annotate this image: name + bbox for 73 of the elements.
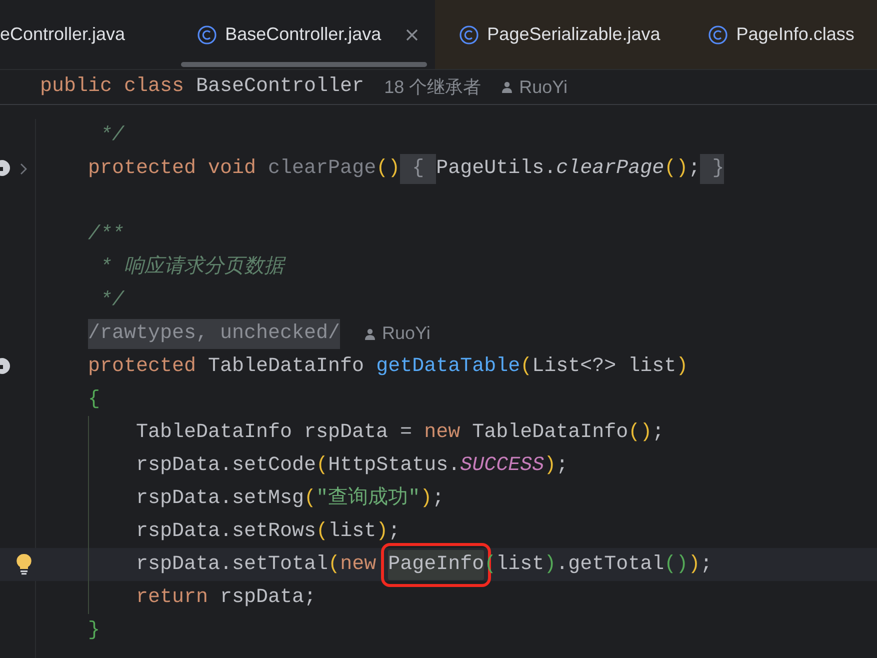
override-marker-icon[interactable] bbox=[0, 358, 12, 374]
lightbulb-icon[interactable] bbox=[15, 553, 33, 575]
code-token: ) bbox=[544, 552, 556, 578]
code-token: ; bbox=[688, 156, 700, 182]
code-token: BaseController bbox=[195, 74, 364, 100]
code-token: .getTotal bbox=[556, 552, 664, 578]
folded-code[interactable]: /rawtypes, unchecked/ bbox=[88, 318, 340, 348]
code-token: } bbox=[88, 618, 100, 644]
author-name: RuoYi bbox=[519, 76, 568, 98]
code-token: getDataTable bbox=[376, 354, 520, 380]
code-token: List<?> list bbox=[532, 354, 676, 380]
code-token: HttpStatus. bbox=[328, 452, 460, 478]
code-token: ( bbox=[316, 452, 328, 478]
code-token: ) bbox=[544, 452, 556, 478]
code-token: SUCCESS bbox=[460, 452, 544, 478]
code-token: new bbox=[340, 552, 378, 578]
code-token: rspData; bbox=[219, 584, 316, 610]
code-token: rspData.setCode bbox=[135, 452, 316, 478]
code-token: TableDataInfo rspData = bbox=[135, 420, 414, 446]
folded-code[interactable]: { bbox=[400, 154, 436, 184]
code-token: ( bbox=[520, 354, 532, 380]
code-token: /** bbox=[88, 222, 124, 248]
code-token: ) bbox=[688, 552, 700, 578]
code-token: clearPage bbox=[267, 156, 376, 182]
code-token: */ bbox=[99, 122, 124, 148]
code-token: ( bbox=[316, 518, 328, 544]
code-token: () bbox=[628, 420, 652, 446]
code-token: () bbox=[376, 156, 400, 182]
code-token: ( bbox=[328, 552, 340, 578]
highlighted-code: PageInfo bbox=[388, 550, 484, 580]
code-token: TableDataInfo bbox=[207, 354, 366, 380]
code-token: */ bbox=[99, 288, 124, 314]
code-token: public bbox=[40, 74, 112, 100]
code-token: list bbox=[496, 552, 544, 578]
code-token: * 响应请求分页数据 bbox=[99, 254, 284, 280]
code-token: () bbox=[664, 552, 688, 578]
code-token: class bbox=[123, 74, 184, 100]
code-token: return bbox=[135, 584, 208, 610]
author-hint[interactable]: RuoYi bbox=[364, 320, 430, 347]
code-token: list bbox=[328, 518, 376, 544]
code-token: ; bbox=[556, 452, 568, 478]
code-token: clearPage bbox=[556, 156, 664, 182]
code-token: ) bbox=[376, 518, 388, 544]
code-token: ; bbox=[388, 518, 400, 544]
person-icon bbox=[501, 81, 514, 93]
editor-tab[interactable]: PageInfo.class bbox=[684, 0, 877, 69]
code-token: ; bbox=[432, 486, 444, 512]
author-hint[interactable]: RuoYi bbox=[501, 74, 568, 100]
code-token: rspData.setRows bbox=[135, 518, 316, 544]
code-token: ) bbox=[420, 486, 432, 512]
person-icon bbox=[364, 328, 376, 340]
chevron-right-icon[interactable] bbox=[20, 163, 28, 175]
editor-tab[interactable]: PageSerializable.java bbox=[435, 0, 684, 69]
override-marker-icon[interactable] bbox=[0, 160, 12, 176]
code-token: TableDataInfo bbox=[471, 420, 628, 446]
code-token: ) bbox=[676, 354, 688, 380]
code-token: new bbox=[424, 420, 460, 446]
code-token: () bbox=[664, 156, 688, 182]
author-name: RuoYi bbox=[382, 322, 430, 345]
code-token: rspData.setTotal bbox=[135, 552, 328, 578]
code-token: ; bbox=[652, 420, 664, 446]
code-token: rspData.setMsg bbox=[135, 486, 304, 512]
code-token: ( bbox=[304, 486, 316, 512]
inheritors-hint[interactable]: 18 个继承者 bbox=[384, 74, 482, 100]
code-token: protected bbox=[88, 156, 196, 182]
close-icon[interactable] bbox=[405, 28, 420, 42]
code-token: protected bbox=[88, 354, 196, 380]
code-token: ; bbox=[700, 552, 712, 578]
code-token: "查询成功" bbox=[316, 486, 420, 512]
code-token: PageUtils. bbox=[436, 156, 556, 182]
code-token: { bbox=[88, 386, 100, 412]
code-token: void bbox=[207, 156, 256, 182]
folded-code[interactable]: } bbox=[700, 154, 724, 184]
